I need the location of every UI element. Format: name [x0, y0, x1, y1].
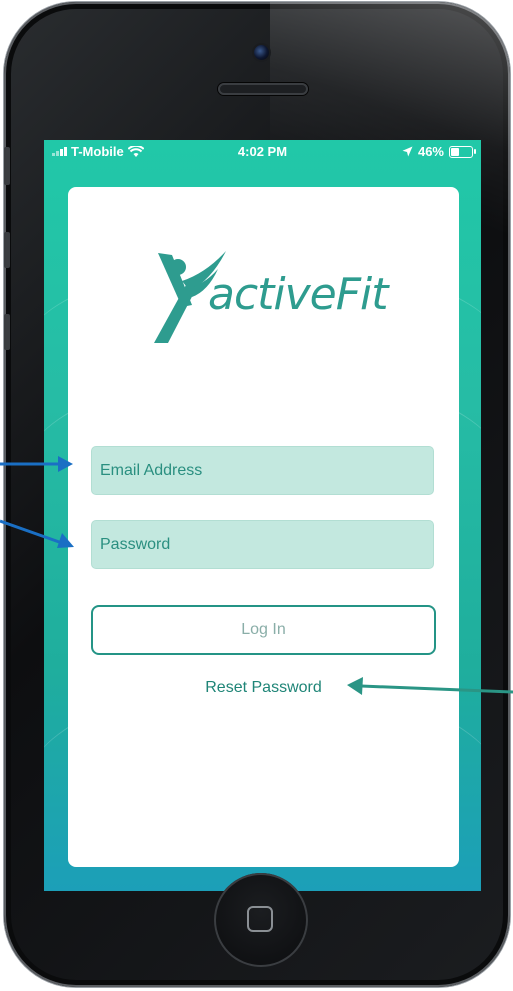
app-logo: activeFit [146, 245, 389, 345]
login-card: activeFit Log In Reset Password [68, 187, 459, 867]
battery-icon [449, 145, 476, 158]
volume-down-button [4, 314, 10, 350]
status-right-group: 46% [402, 144, 476, 159]
email-field[interactable] [91, 446, 434, 495]
password-field[interactable] [91, 520, 434, 569]
reset-pointer-arrow [347, 677, 513, 695]
home-button[interactable] [214, 873, 308, 967]
battery-percent: 46% [417, 144, 444, 159]
earpiece-speaker [218, 83, 308, 95]
logo-wordmark: activeFit [208, 269, 389, 320]
volume-up-button [4, 232, 10, 268]
mute-switch [4, 147, 10, 185]
email-pointer-arrow [0, 456, 73, 472]
location-arrow-icon [402, 146, 413, 157]
app-screen: T-Mobile 4:02 PM 46% activeFit Email Add… [44, 140, 481, 891]
phone-frame: T-Mobile 4:02 PM 46% activeFit Email Add… [4, 2, 510, 987]
password-pointer-arrow [0, 519, 74, 548]
home-square-icon [247, 906, 273, 932]
front-camera-icon [254, 45, 269, 60]
login-button[interactable]: Log In [91, 605, 436, 655]
status-bar: T-Mobile 4:02 PM 46% [44, 140, 481, 162]
